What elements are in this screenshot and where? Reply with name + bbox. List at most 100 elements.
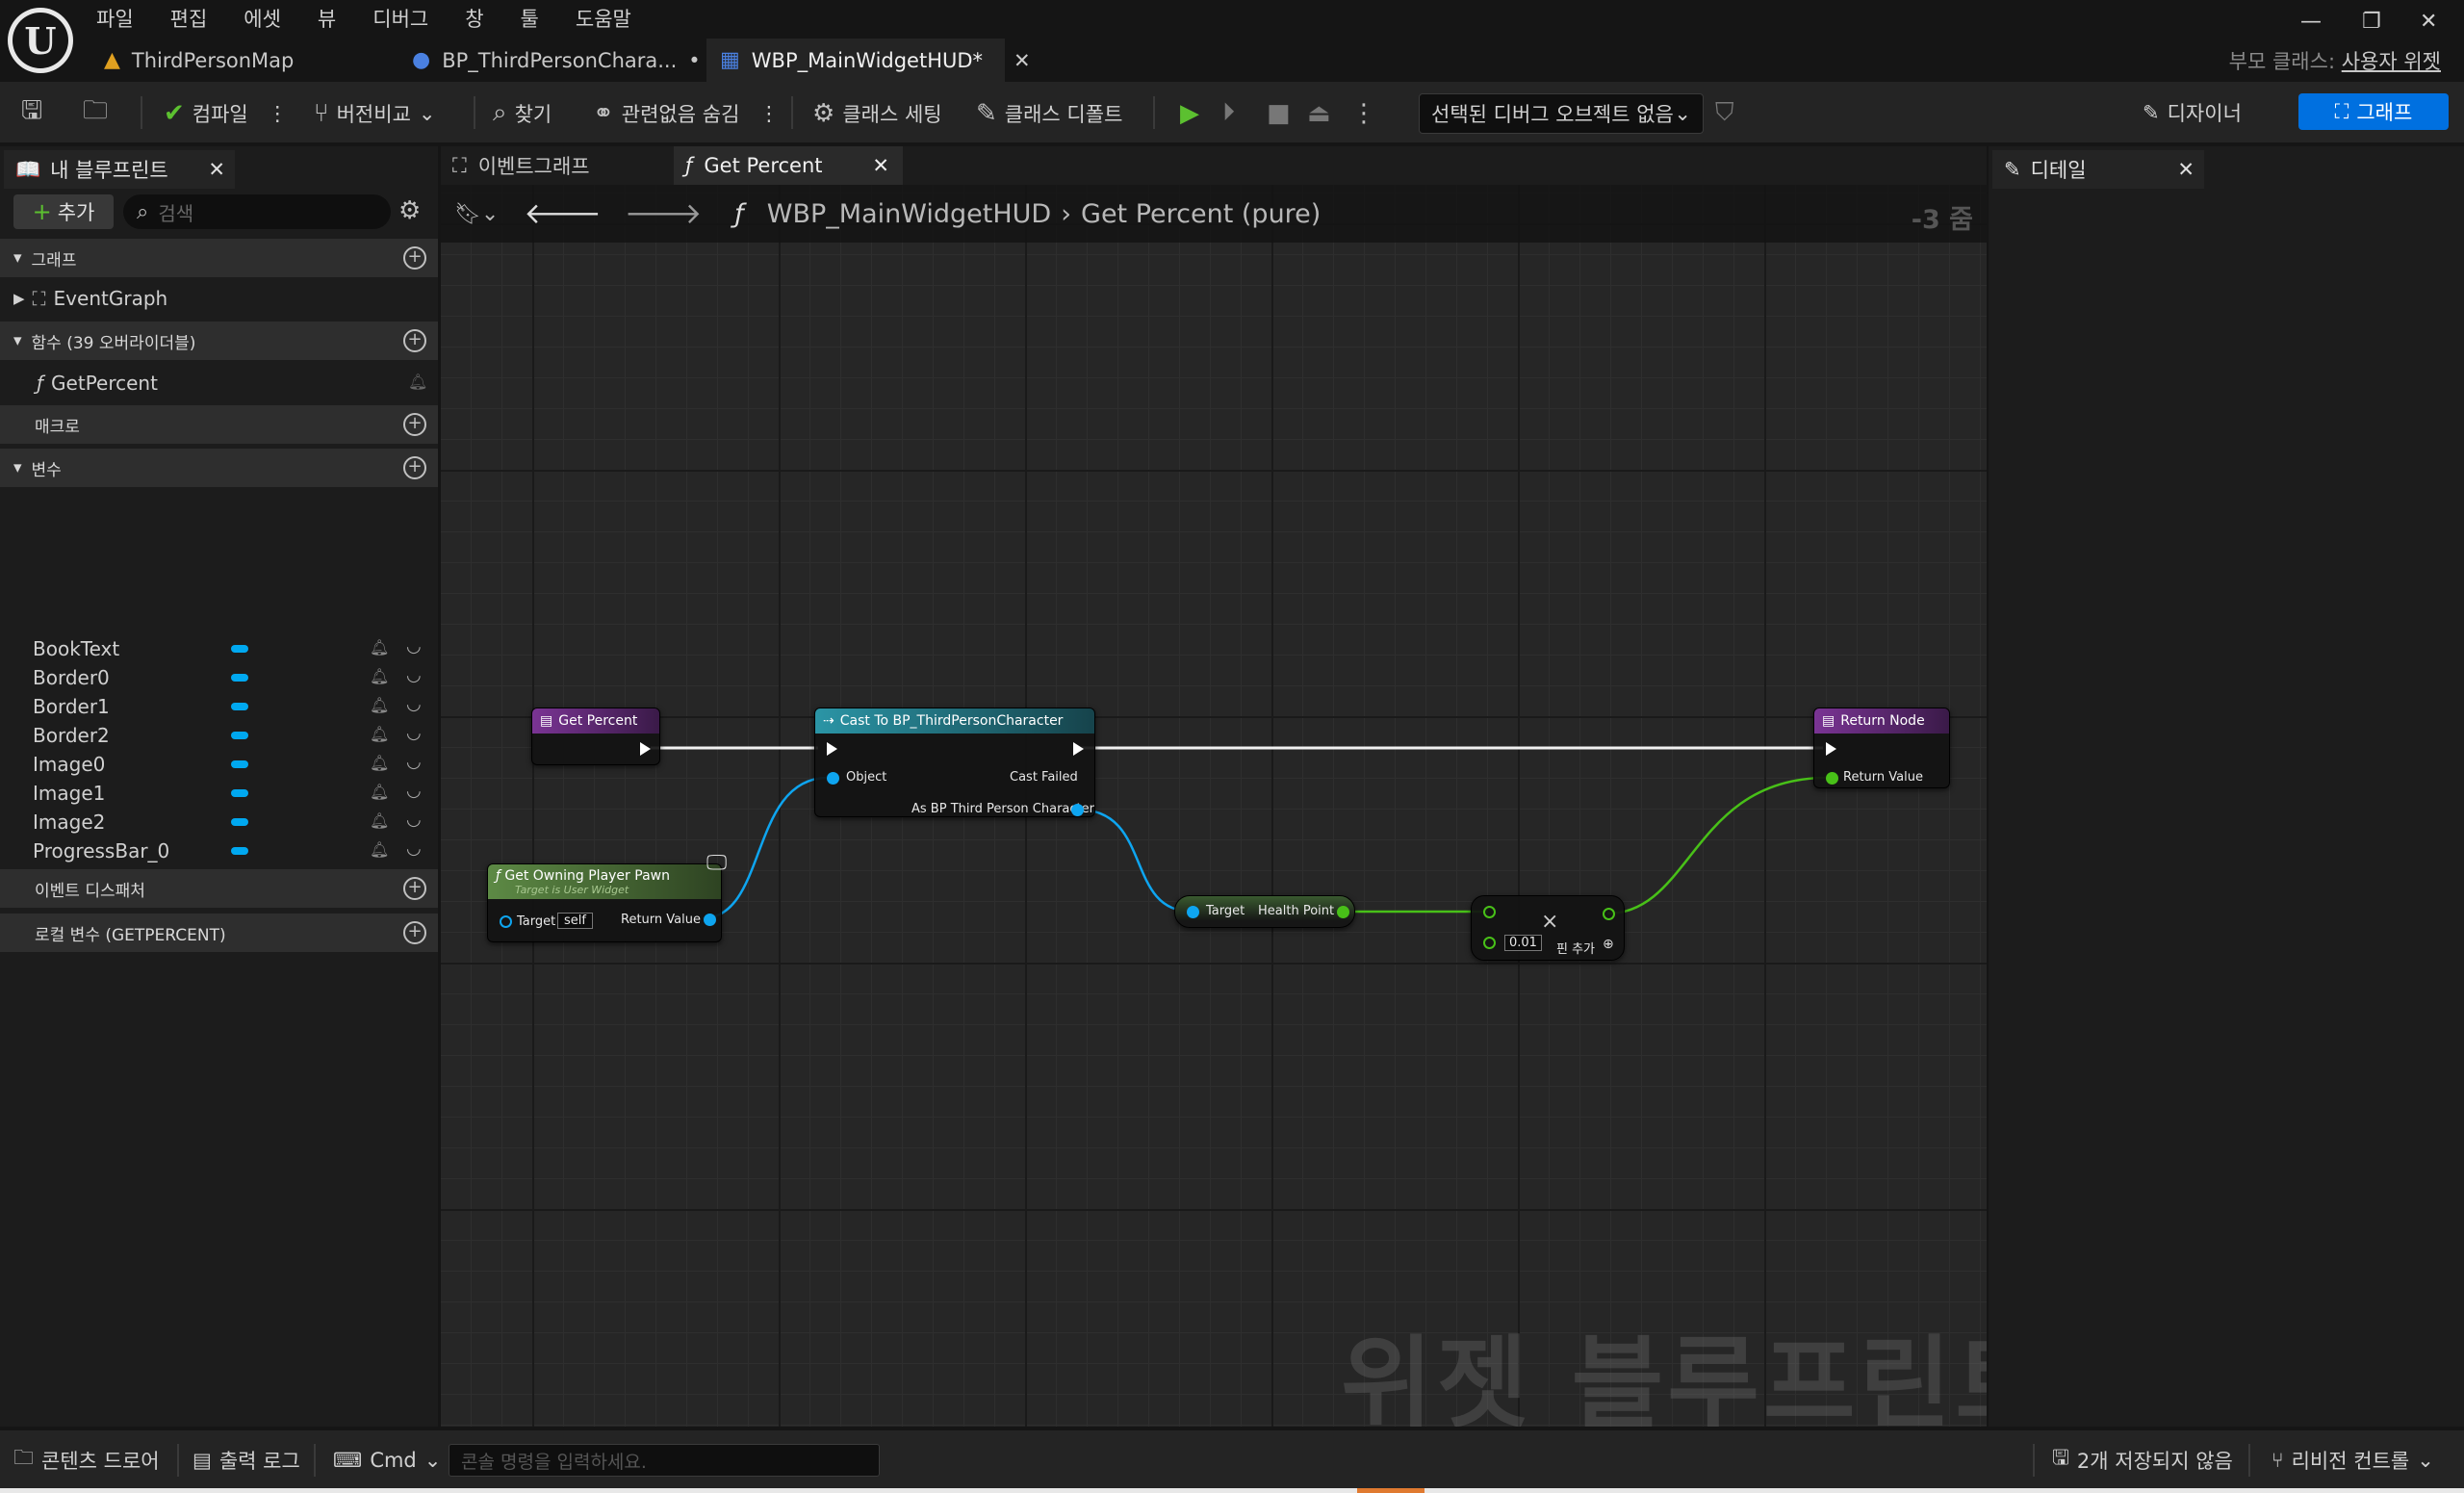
close-tab-icon[interactable]: ✕ bbox=[208, 158, 225, 181]
gear-icon[interactable]: ⚙ bbox=[398, 196, 421, 225]
target-pin[interactable] bbox=[500, 915, 512, 928]
list-item-eventgraph[interactable]: ▶ ⛶ EventGraph bbox=[0, 284, 438, 313]
compile-options-icon[interactable]: ⋮ bbox=[268, 102, 288, 125]
close-tab-icon[interactable]: ✕ bbox=[1014, 49, 1031, 72]
variable-row[interactable]: Border0 🔔︎ ◡ bbox=[0, 663, 438, 692]
eye-closed-icon[interactable]: ◡ bbox=[406, 694, 422, 714]
input-b-pin[interactable] bbox=[1483, 937, 1496, 949]
eye-closed-icon[interactable]: ◡ bbox=[406, 723, 422, 743]
multiplier-value-field[interactable]: 0.01 bbox=[1504, 935, 1542, 951]
add-variable-icon[interactable]: + bbox=[403, 456, 426, 479]
return-value-pin[interactable] bbox=[704, 914, 716, 926]
stop-button[interactable]: ■ bbox=[1267, 82, 1291, 144]
variable-row[interactable]: BookText 🔔︎ ◡ bbox=[0, 634, 438, 663]
details-tab[interactable]: ✎ 디테일 ✕ bbox=[1992, 150, 2204, 189]
section-graphs[interactable]: ▾ 그래프 + bbox=[0, 239, 438, 277]
exec-out-pin[interactable] bbox=[640, 742, 651, 756]
return-value-pin[interactable] bbox=[1826, 772, 1838, 785]
my-blueprint-tab[interactable]: 📖 내 블루프린트 ✕ bbox=[4, 150, 235, 189]
menu-asset[interactable]: 에셋 bbox=[244, 4, 281, 33]
result-pin[interactable] bbox=[1603, 908, 1615, 920]
variable-row[interactable]: Image2 🔔︎ ◡ bbox=[0, 808, 438, 837]
cast-failed-pin[interactable] bbox=[1075, 770, 1086, 784]
section-functions[interactable]: ▾ 함수 (39 오버라이더블) + bbox=[0, 322, 438, 360]
eye-closed-icon[interactable]: ◡ bbox=[406, 636, 422, 656]
class-defaults-button[interactable]: ✎ 클래스 디폴트 bbox=[976, 82, 1122, 144]
output-log-button[interactable]: ▤ 출력 로그 bbox=[192, 1430, 300, 1490]
menu-help[interactable]: 도움말 bbox=[576, 4, 631, 33]
eye-closed-icon[interactable]: ◡ bbox=[406, 810, 422, 830]
search-input[interactable]: ⌕ 검색 bbox=[123, 194, 391, 229]
add-pin-icon[interactable]: ⊕ bbox=[1603, 937, 1614, 952]
exec-in-pin[interactable] bbox=[827, 742, 837, 756]
variable-row[interactable]: Image0 🔔︎ ◡ bbox=[0, 750, 438, 779]
exec-out-pin[interactable] bbox=[1073, 742, 1084, 756]
graph-mode-button[interactable]: ⛶ 그래프 bbox=[2298, 93, 2449, 130]
target-value-field[interactable]: self bbox=[557, 913, 593, 929]
unsaved-assets-button[interactable]: 🖫 2개 저장되지 않음 bbox=[2052, 1430, 2233, 1490]
tab-get-percent[interactable]: ƒ Get Percent ✕ bbox=[674, 146, 903, 185]
parent-class-link[interactable]: 사용자 위젯 bbox=[2342, 50, 2441, 73]
add-button[interactable]: + 추가 bbox=[13, 194, 114, 229]
doc-tab-wbp-mainwidgethud[interactable]: ▦ WBP_MainWidgetHUD* ✕ bbox=[706, 39, 1031, 82]
designer-mode-button[interactable]: ✎ 디자이너 bbox=[2143, 93, 2242, 132]
section-event-dispatchers[interactable]: 이벤트 디스패처 + bbox=[0, 869, 438, 908]
blueprint-graph-canvas[interactable]: 🔖︎⌄ 🡐 🡒 ƒ WBP_MainWidgetHUD › Get Percen… bbox=[441, 185, 1987, 1427]
variable-row[interactable]: Image1 🔔︎ ◡ bbox=[0, 779, 438, 808]
unreal-logo-icon[interactable]: U bbox=[8, 8, 73, 73]
cast-node[interactable]: ⇢ Cast To BP_ThirdPersonCharacter Object… bbox=[814, 708, 1095, 817]
section-macros[interactable]: 매크로 + bbox=[0, 405, 438, 444]
menu-view[interactable]: 뷰 bbox=[318, 4, 336, 33]
menu-edit[interactable]: 편집 bbox=[170, 4, 208, 33]
menu-tools[interactable]: 툴 bbox=[521, 4, 539, 33]
content-drawer-button[interactable]: 🗀 콘텐츠 드로어 bbox=[13, 1430, 160, 1490]
object-pin[interactable] bbox=[827, 772, 839, 785]
variable-row[interactable]: Border1 🔔︎ ◡ bbox=[0, 692, 438, 721]
doc-tab-bp-thirdpersoncharacter[interactable]: ● BP_ThirdPersonChara... • bbox=[398, 39, 705, 82]
section-local-variables[interactable]: 로컬 변수 (GETPERCENT) + bbox=[0, 914, 438, 952]
eye-closed-icon[interactable]: ◡ bbox=[406, 838, 422, 859]
add-macro-icon[interactable]: + bbox=[403, 413, 426, 436]
more-options-icon[interactable]: ⋮ bbox=[758, 102, 779, 125]
multiply-node[interactable]: × 0.01 핀 추가 ⊕ bbox=[1471, 895, 1625, 961]
step-button[interactable]: ⏵ bbox=[1222, 82, 1235, 144]
menu-window[interactable]: 창 bbox=[465, 4, 483, 33]
add-function-icon[interactable]: + bbox=[403, 329, 426, 352]
input-a-pin[interactable] bbox=[1483, 906, 1496, 918]
add-local-variable-icon[interactable]: + bbox=[403, 921, 426, 944]
section-variables[interactable]: ▾ 변수 + bbox=[0, 449, 438, 487]
diff-button[interactable]: ⑂ 버전비교 ⌄ bbox=[314, 82, 436, 144]
find-button[interactable]: ⌕ 찾기 bbox=[493, 82, 552, 144]
variable-row[interactable]: Border2 🔔︎ ◡ bbox=[0, 721, 438, 750]
revision-control-button[interactable]: ⑂ 리비전 컨트롤 ⌄ bbox=[2272, 1430, 2434, 1490]
list-item-getpercent[interactable]: ƒ GetPercent 🔔︎ bbox=[0, 369, 438, 398]
eye-closed-icon[interactable]: ◡ bbox=[406, 781, 422, 801]
function-entry-node[interactable]: ▤ Get Percent bbox=[531, 708, 660, 765]
restore-icon[interactable]: ❐ bbox=[2362, 10, 2381, 34]
eye-closed-icon[interactable]: ◡ bbox=[406, 752, 422, 772]
close-tab-icon[interactable]: ✕ bbox=[2177, 158, 2194, 181]
as-character-pin[interactable] bbox=[1071, 804, 1084, 816]
console-input[interactable]: 콘솔 명령을 입력하세요. bbox=[449, 1444, 880, 1477]
add-dispatcher-icon[interactable]: + bbox=[403, 877, 426, 900]
close-window-icon[interactable]: ✕ bbox=[2420, 10, 2437, 34]
health-point-pin[interactable] bbox=[1337, 906, 1349, 918]
eject-button[interactable]: ⏏ bbox=[1307, 82, 1331, 144]
add-pin-label[interactable]: 핀 추가 bbox=[1556, 939, 1595, 957]
tab-event-graph[interactable]: ⛶ 이벤트그래프 bbox=[441, 146, 670, 185]
compile-button[interactable]: ✔ 컴파일 ⋮ bbox=[164, 82, 288, 144]
doc-tab-thirdpersonmap[interactable]: ▲ ThirdPersonMap bbox=[90, 39, 397, 82]
cmd-select[interactable]: ⌨ Cmd ⌄ bbox=[333, 1430, 441, 1490]
close-tab-icon[interactable]: ✕ bbox=[872, 154, 889, 177]
hide-unrelated-button[interactable]: ⚭ 관련없음 숨김 ⋮ bbox=[593, 82, 779, 144]
variable-row[interactable]: ProgressBar_0 🔔︎ ◡ bbox=[0, 837, 438, 865]
play-button[interactable]: ▶ bbox=[1180, 82, 1199, 144]
class-settings-button[interactable]: ⚙ 클래스 세팅 bbox=[812, 82, 942, 144]
debug-object-select[interactable]: 선택된 디버그 오브젝트 없음 ⌄ bbox=[1419, 93, 1704, 134]
health-point-getter-node[interactable]: Target Health Point bbox=[1174, 895, 1355, 928]
menu-file[interactable]: 파일 bbox=[96, 4, 134, 33]
exec-in-pin[interactable] bbox=[1826, 742, 1836, 756]
play-options-button[interactable]: ⋮ bbox=[1351, 82, 1376, 144]
get-owning-player-pawn-node[interactable]: ƒ Get Owning Player Pawn Target is User … bbox=[487, 863, 722, 942]
eye-closed-icon[interactable]: ◡ bbox=[406, 665, 422, 685]
